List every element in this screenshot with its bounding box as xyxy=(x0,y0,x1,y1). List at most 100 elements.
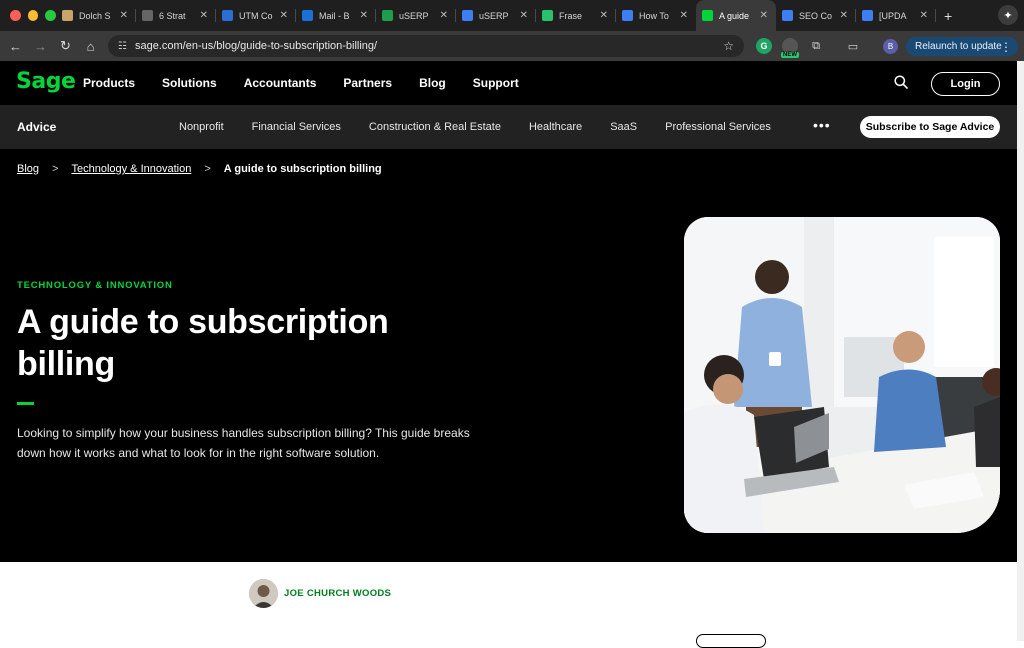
nav-item-partners[interactable]: Partners xyxy=(343,76,392,90)
hero-image xyxy=(684,217,1000,533)
partial-button[interactable] xyxy=(696,634,766,648)
browser-tab[interactable]: UTM Co ✕ xyxy=(216,0,296,31)
nav-item-solutions[interactable]: Solutions xyxy=(162,76,217,90)
tab-title: SEO Co xyxy=(799,10,833,21)
browser-tab[interactable]: [UPDA ✕ xyxy=(856,0,936,31)
gemini-icon[interactable]: ✦ xyxy=(998,5,1018,25)
subnav-item-healthcare[interactable]: Healthcare xyxy=(529,121,582,133)
address-bar[interactable]: ☷ sage.com/en-us/blog/guide-to-subscript… xyxy=(108,35,744,57)
maximize-window-button[interactable] xyxy=(45,10,57,21)
sheet-icon xyxy=(382,10,393,21)
subnav-item-financial-services[interactable]: Financial Services xyxy=(252,121,341,133)
tab-title: Dolch S xyxy=(79,10,111,21)
close-tab-icon[interactable]: ✕ xyxy=(600,10,608,21)
nav-item-blog[interactable]: Blog xyxy=(419,76,446,90)
article-summary: Looking to simplify how your business ha… xyxy=(17,426,470,460)
login-button[interactable]: Login xyxy=(931,72,1000,96)
breadcrumb-blog[interactable]: Blog xyxy=(17,163,39,175)
profile-avatar[interactable]: B xyxy=(883,39,898,54)
nav-item-support[interactable]: Support xyxy=(473,76,519,90)
close-tab-icon[interactable]: ✕ xyxy=(520,10,528,21)
minimize-window-button[interactable] xyxy=(27,10,39,21)
author-name[interactable]: JOE CHURCH WOODS xyxy=(284,588,391,599)
url-text: sage.com/en-us/blog/guide-to-subscriptio… xyxy=(134,40,378,52)
new-tab-button[interactable]: + xyxy=(936,8,952,24)
window-controls xyxy=(0,10,57,21)
tab-title: How To xyxy=(639,10,669,21)
page-scrollbar[interactable] xyxy=(1017,61,1024,641)
home-button[interactable]: ⌂ xyxy=(78,39,103,54)
nav-item-accountants[interactable]: Accountants xyxy=(244,76,317,90)
page-icon xyxy=(142,10,153,21)
tab-title: Mail - B xyxy=(319,10,350,21)
more-options-icon[interactable]: ••• xyxy=(813,117,831,133)
extensions-puzzle-icon[interactable]: ⧉ xyxy=(808,38,824,54)
close-tab-icon[interactable]: ✕ xyxy=(360,10,368,21)
mail-icon xyxy=(302,10,313,21)
back-button[interactable]: ← xyxy=(3,39,28,54)
subnav-item-saas[interactable]: SaaS xyxy=(610,121,637,133)
author-avatar[interactable] xyxy=(249,579,278,608)
doc-icon xyxy=(222,10,233,21)
nav-item-products[interactable]: Products xyxy=(83,76,135,90)
subnav-item-construction-real-estate[interactable]: Construction & Real Estate xyxy=(369,121,501,133)
tab-title: [UPDA xyxy=(879,10,907,21)
site-header: Sage Products Solutions Accountants Partner… xyxy=(0,61,1017,105)
close-tab-icon[interactable]: ✕ xyxy=(280,10,288,21)
tab-title: uSERP xyxy=(399,10,429,21)
tab-title: 6 Strat xyxy=(159,10,186,21)
relaunch-label: Relaunch to update xyxy=(915,41,1002,52)
new-badge: NEW xyxy=(781,52,799,58)
close-tab-icon[interactable]: ✕ xyxy=(920,10,928,21)
sage-logo[interactable]: Sage xyxy=(16,69,76,94)
article-title: A guide to subscription billing xyxy=(17,303,389,383)
more-vert-icon: ⋮ xyxy=(1000,39,1012,54)
close-tab-icon[interactable]: ✕ xyxy=(680,10,688,21)
browser-tab[interactable]: uSERP ✕ xyxy=(456,0,536,31)
main-nav: Products Solutions Accountants Partners Blog… xyxy=(83,76,546,90)
subscribe-button[interactable]: Subscribe to Sage Advice xyxy=(860,116,1000,138)
chevron-right-icon: > xyxy=(204,163,211,175)
tab-title: A guide xyxy=(719,10,750,21)
subnav-item-professional-services[interactable]: Professional Services xyxy=(665,121,771,133)
browser-tab[interactable]: 6 Strat ✕ xyxy=(136,0,216,31)
subnav-item-nonprofit[interactable]: Nonprofit xyxy=(179,121,224,133)
reload-button[interactable]: ↻ xyxy=(53,38,78,54)
breadcrumb: Blog > Technology & Innovation > A guide… xyxy=(17,163,382,175)
browser-tab[interactable]: Frase ✕ xyxy=(536,0,616,31)
doc-icon xyxy=(622,10,633,21)
author-byline: JOE CHURCH WOODS xyxy=(249,579,391,608)
chevron-right-icon: > xyxy=(52,163,59,175)
tab-title: UTM Co xyxy=(239,10,273,21)
browser-tab[interactable]: Dolch S ✕ xyxy=(56,0,136,31)
search-icon[interactable] xyxy=(894,75,908,89)
bookmark-star-icon[interactable]: ☆ xyxy=(723,39,734,53)
site-info-icon[interactable]: ☷ xyxy=(118,41,127,52)
browser-tab[interactable]: A guide ✕ xyxy=(696,0,776,31)
frase-icon xyxy=(542,10,553,21)
doc-icon xyxy=(462,10,473,21)
browser-tab[interactable]: uSERP ✕ xyxy=(376,0,456,31)
relaunch-to-update-button[interactable]: Relaunch to update ⋮ xyxy=(906,37,1018,56)
breadcrumb-category[interactable]: Technology & Innovation xyxy=(71,163,191,175)
browser-tab-bar: Dolch S ✕ 6 Strat ✕ UTM Co ✕ Mail - B ✕ uSERP ✕ uS… xyxy=(0,0,1024,31)
close-tab-icon[interactable]: ✕ xyxy=(200,10,208,21)
close-tab-icon[interactable]: ✕ xyxy=(840,10,848,21)
browser-toolbar: ← → ↻ ⌂ ☷ sage.com/en-us/blog/guide-to-s… xyxy=(0,31,1024,61)
grammarly-icon[interactable]: G xyxy=(756,38,772,54)
browser-tab[interactable]: Mail - B ✕ xyxy=(296,0,376,31)
close-tab-icon[interactable]: ✕ xyxy=(440,10,448,21)
forward-button[interactable]: → xyxy=(28,39,53,54)
close-tab-icon[interactable]: ✕ xyxy=(760,10,768,21)
article-hero: Blog > Technology & Innovation > A guide… xyxy=(0,149,1017,562)
close-window-button[interactable] xyxy=(10,10,21,21)
close-tab-icon[interactable]: ✕ xyxy=(120,10,128,21)
browser-tab[interactable]: SEO Co ✕ xyxy=(776,0,856,31)
doc-icon xyxy=(862,10,873,21)
article-category[interactable]: TECHNOLOGY & INNOVATION xyxy=(17,280,173,291)
cast-icon[interactable]: ▭ xyxy=(845,38,861,54)
advice-label[interactable]: Advice xyxy=(17,120,56,134)
browser-tab[interactable]: How To ✕ xyxy=(616,0,696,31)
tab-title: uSERP xyxy=(479,10,509,21)
extension-icon[interactable]: NEW xyxy=(781,38,799,58)
